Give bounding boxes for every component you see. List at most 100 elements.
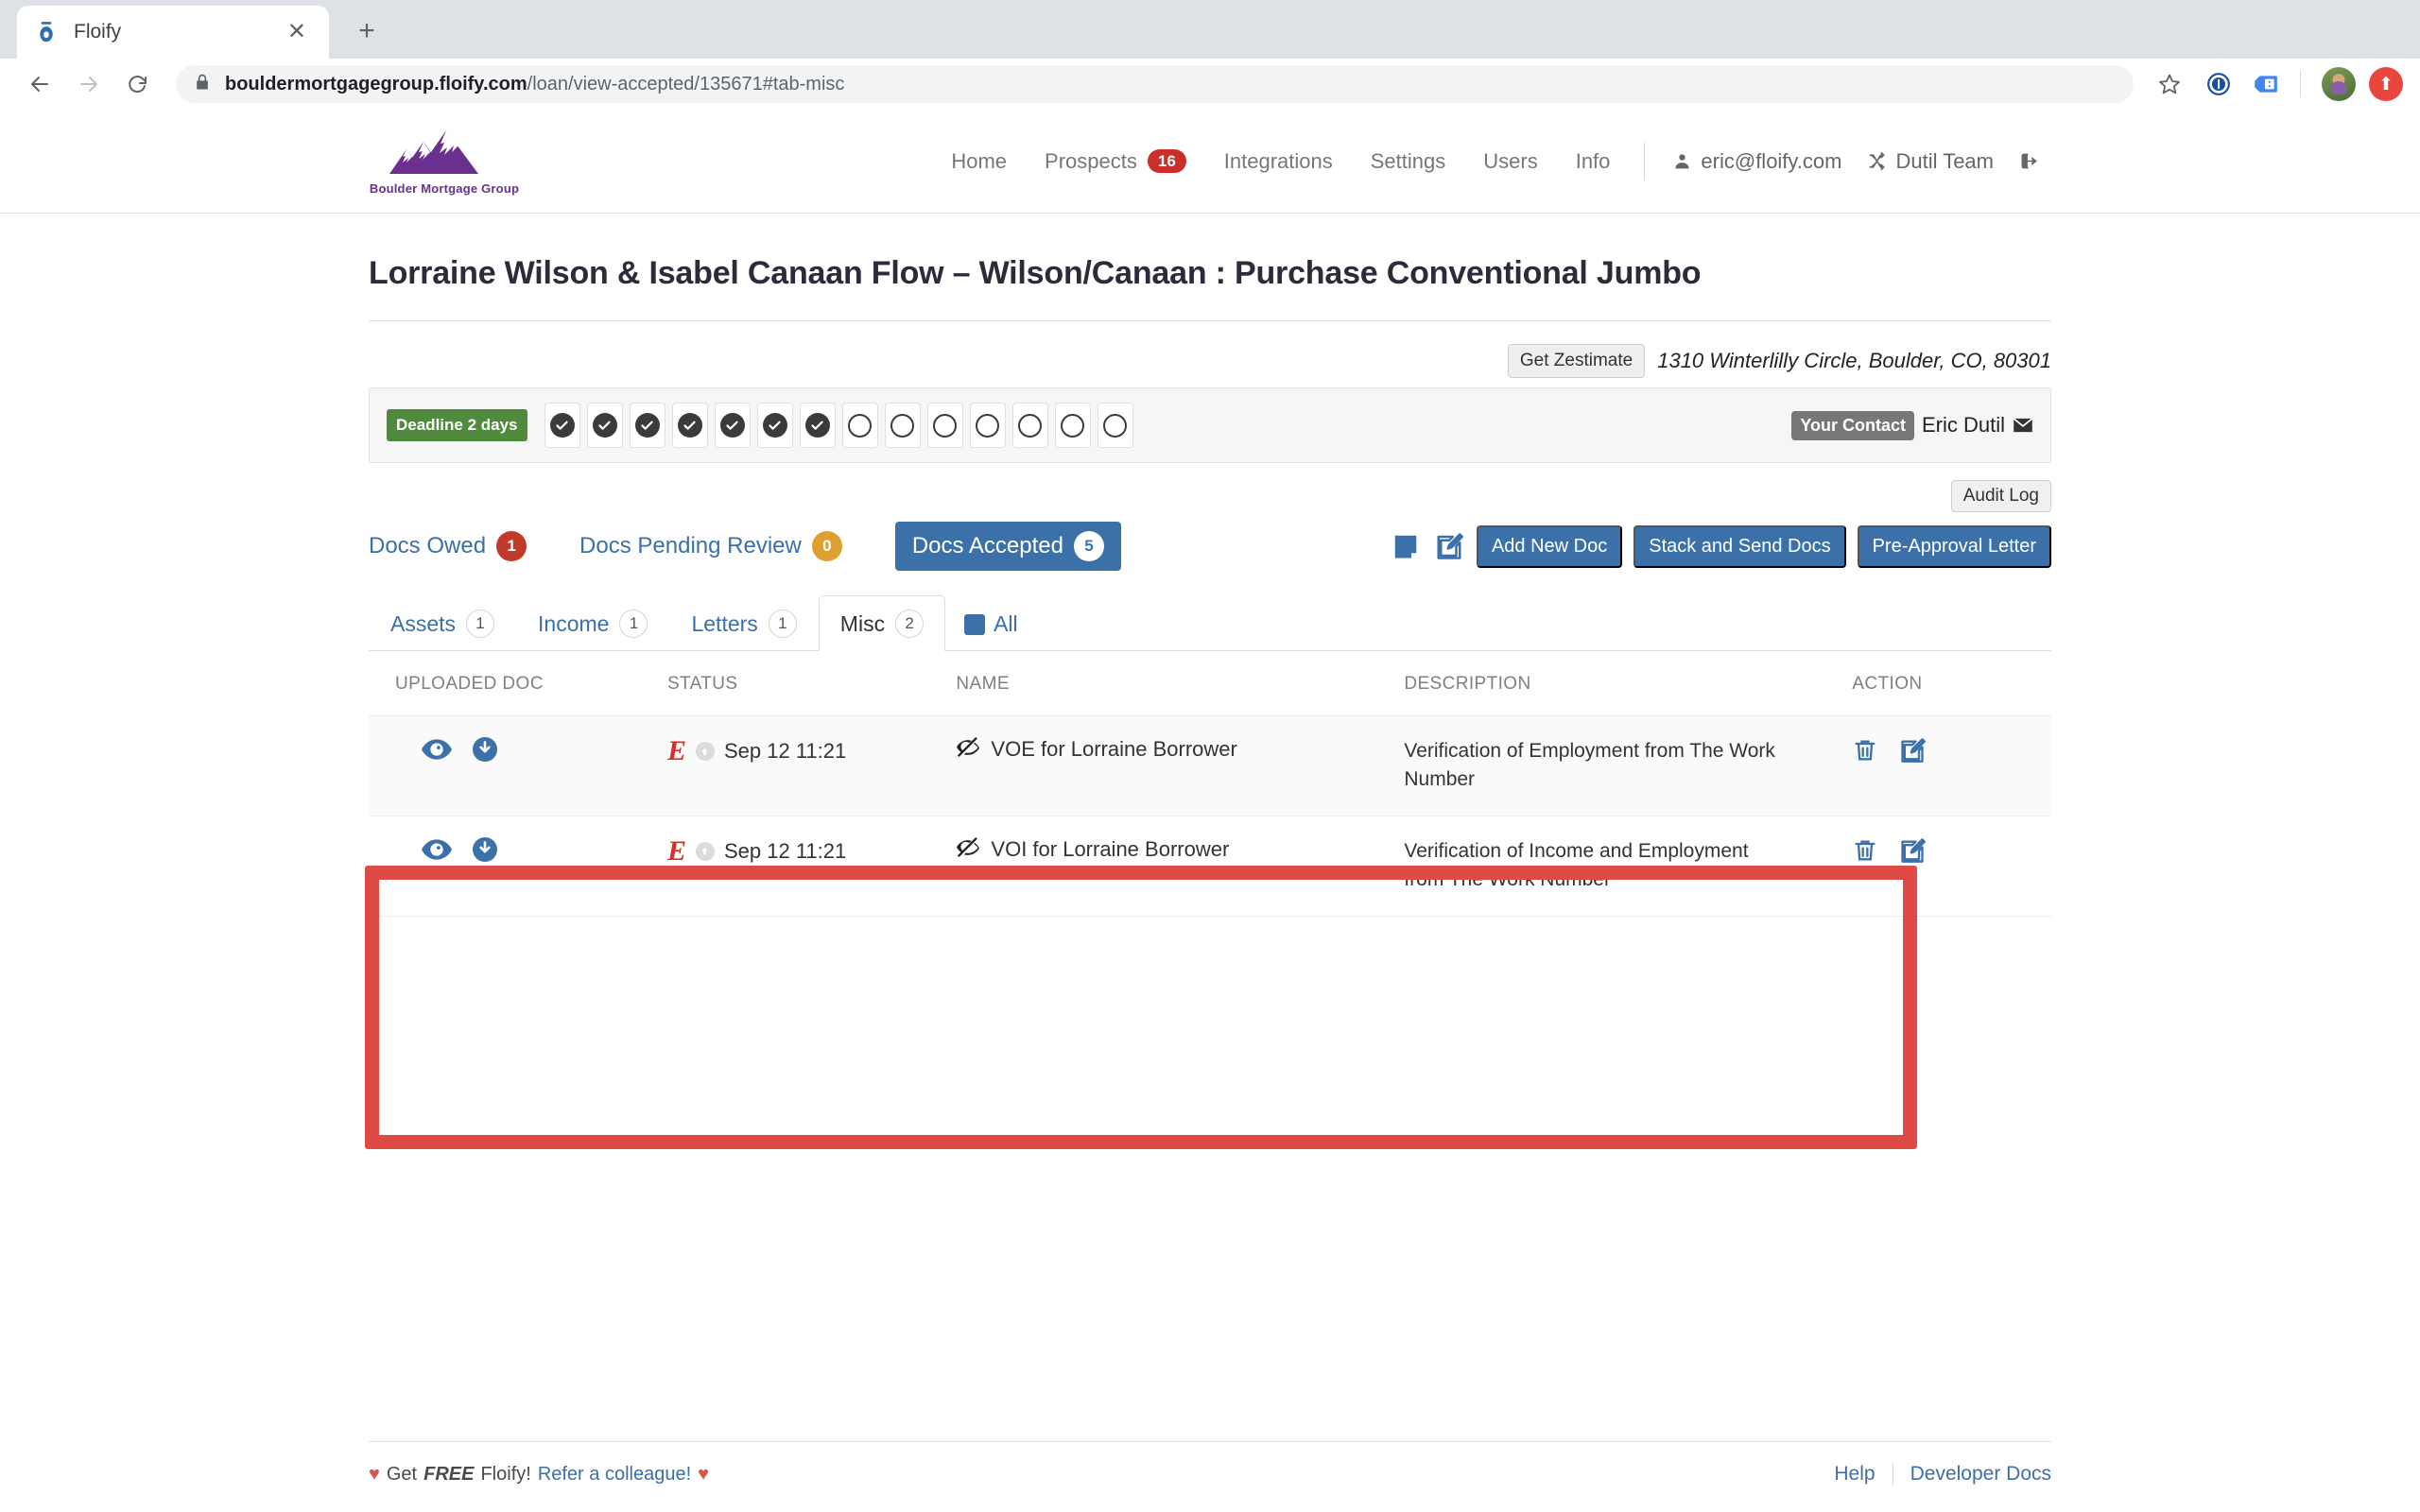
encompass-source-icon: E [666, 735, 686, 766]
doc-status-tab-owed[interactable]: Docs Owed 1 [369, 522, 527, 571]
doc-status-tabs: Docs Owed 1 Docs Pending Review 0 Docs A… [369, 512, 2051, 571]
avatar[interactable] [2322, 67, 2356, 101]
edit-icon[interactable] [1899, 837, 1927, 868]
edit-icon[interactable] [1899, 737, 1927, 768]
cell-action [1852, 816, 2051, 917]
all-label: All [994, 611, 1018, 636]
progress-steps [544, 403, 1133, 448]
category-tab-income[interactable]: Income 1 [516, 595, 669, 651]
nav-item-logout[interactable] [2007, 152, 2051, 170]
nav-item-settings[interactable]: Settings [1352, 149, 1465, 174]
tab-label: Letters [691, 610, 758, 636]
doc-status-tab-accepted[interactable]: Docs Accepted 5 [894, 522, 1121, 571]
account-email: eric@floify.com [1701, 148, 1842, 173]
page-footer: ♥ Get FREE Floify! Refer a colleague! ♥ … [0, 1441, 2420, 1486]
floify-favicon [34, 20, 59, 44]
category-tab-letters[interactable]: Letters 1 [669, 595, 818, 651]
tab-label: Misc [839, 610, 886, 636]
download-doc-icon[interactable] [473, 836, 497, 867]
cell-uploaded-doc [369, 715, 667, 816]
browser-toolbar: bouldermortgagegroup.floify.com/loan/vie… [0, 59, 2420, 110]
table-body: E Sep 12 11:21 VOE for Lorraine Borrower [369, 715, 2051, 917]
status-timestamp: Sep 12 11:21 [723, 739, 847, 763]
mail-icon[interactable] [2013, 418, 2033, 433]
back-icon[interactable] [17, 61, 62, 107]
onepassword-extension-icon[interactable] [2200, 65, 2238, 103]
category-tab-misc[interactable]: Misc 2 [818, 595, 946, 651]
mountain-logo-icon [389, 130, 478, 174]
doc-name[interactable]: VOE for Lorraine Borrower [991, 737, 1236, 762]
audit-log-button[interactable]: Audit Log [1950, 480, 2051, 512]
progress-step-pending[interactable] [1011, 403, 1048, 448]
nav-item-info[interactable]: Info [1557, 149, 1630, 174]
stack-and-send-docs-button[interactable]: Stack and Send Docs [1634, 524, 1846, 568]
forward-icon[interactable] [66, 61, 112, 107]
progress-step-completed[interactable] [629, 403, 666, 448]
doc-name[interactable]: VOI for Lorraine Borrower [991, 837, 1229, 862]
close-icon[interactable]: ✕ [282, 21, 312, 43]
progress-step-pending[interactable] [1054, 403, 1091, 448]
nav-item-prospects[interactable]: Prospects 16 [1026, 149, 1205, 174]
nav-label: Home [951, 148, 1008, 173]
nav-item-users[interactable]: Users [1464, 149, 1556, 174]
eye-slash-icon[interactable] [956, 836, 980, 863]
table-header-row: UPLOADED DOC STATUS NAME DESCRIPTION ACT… [369, 651, 2051, 716]
loan-progress-bar: Deadline 2 days Your Contact Eric Dutil [369, 387, 2051, 463]
url-host: bouldermortgagegroup.floify.com [225, 73, 527, 94]
note-icon[interactable] [1390, 530, 1422, 562]
category-filter-all[interactable]: All [945, 598, 1037, 650]
nav-item-team-switch[interactable]: Dutil Team [1855, 149, 2007, 174]
developer-docs-link[interactable]: Developer Docs [1910, 1463, 2051, 1486]
address-bar[interactable]: bouldermortgagegroup.floify.com/loan/vie… [176, 65, 2134, 103]
help-link[interactable]: Help [1834, 1463, 1875, 1486]
extension-icon[interactable] [2247, 65, 2285, 103]
brand-logo[interactable]: Boulder Mortgage Group [369, 127, 520, 196]
cell-status: E Sep 12 11:21 [666, 816, 957, 917]
all-checkbox-icon[interactable] [964, 613, 986, 635]
logout-icon [2021, 153, 2037, 169]
bookmark-star-icon[interactable] [2149, 63, 2190, 105]
promo-prefix: Get [386, 1463, 418, 1485]
refer-colleague-link[interactable]: Refer a colleague! [538, 1464, 691, 1486]
encompass-source-icon: E [666, 834, 686, 867]
progress-step-pending[interactable] [841, 403, 878, 448]
url-text: bouldermortgagegroup.floify.com/loan/vie… [225, 74, 844, 95]
update-icon[interactable]: ⬆ [2369, 67, 2403, 101]
eye-slash-icon[interactable] [956, 737, 980, 763]
nav-item-integrations[interactable]: Integrations [1205, 149, 1352, 174]
progress-step-completed[interactable] [671, 403, 708, 448]
progress-step-completed[interactable] [714, 403, 751, 448]
browser-tab-floify[interactable]: Floify ✕ [17, 6, 329, 59]
progress-step-completed[interactable] [756, 403, 793, 448]
get-zestimate-button[interactable]: Get Zestimate [1507, 344, 1646, 378]
view-doc-icon[interactable] [422, 739, 452, 765]
edit-note-icon[interactable] [1433, 530, 1465, 562]
doc-description: Verification of Employment from The Work… [1404, 740, 1775, 791]
table-head: UPLOADED DOC STATUS NAME DESCRIPTION ACT… [369, 651, 2051, 716]
audit-log-row: Audit Log [369, 463, 2051, 512]
download-doc-icon[interactable] [473, 737, 497, 766]
reload-icon[interactable] [115, 61, 161, 107]
tab-label: Docs Pending Review [579, 533, 802, 558]
delete-icon[interactable] [1852, 737, 1878, 768]
nav-item-account[interactable]: eric@floify.com [1660, 149, 1855, 174]
view-doc-icon[interactable] [422, 839, 452, 865]
progress-step-pending[interactable] [926, 403, 963, 448]
progress-step-completed[interactable] [544, 403, 580, 448]
progress-step-pending[interactable] [1097, 403, 1133, 448]
tab-count: 5 [1073, 531, 1104, 561]
doc-status-tab-pending[interactable]: Docs Pending Review 0 [579, 522, 842, 571]
category-tab-assets[interactable]: Assets 1 [369, 595, 516, 651]
promo-mid: Floify! [480, 1463, 531, 1485]
nav-item-home[interactable]: Home [932, 149, 1026, 174]
page-body: Boulder Mortgage Group Home Prospects 16 … [0, 110, 2420, 1512]
pre-approval-letter-button[interactable]: Pre-Approval Letter [1857, 524, 2051, 568]
delete-icon[interactable] [1852, 837, 1878, 868]
progress-step-completed[interactable] [586, 403, 623, 448]
progress-step-completed[interactable] [799, 403, 836, 448]
progress-step-pending[interactable] [969, 403, 1006, 448]
progress-step-pending[interactable] [884, 403, 921, 448]
add-new-doc-button[interactable]: Add New Doc [1476, 524, 1623, 568]
new-tab-button[interactable]: + [348, 15, 386, 47]
user-icon [1675, 154, 1690, 169]
